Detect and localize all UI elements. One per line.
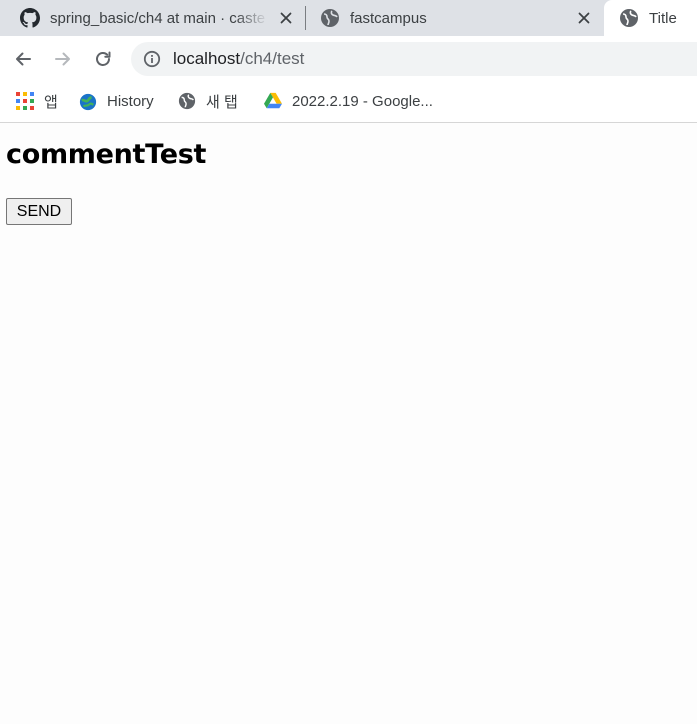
tab-fastcampus[interactable]: fastcampus <box>306 0 604 36</box>
url-text[interactable]: localhost/ch4/test <box>173 42 304 76</box>
address-bar[interactable]: localhost/ch4/test <box>131 42 697 76</box>
tab-title: Title <box>649 9 677 27</box>
close-icon[interactable] <box>574 8 594 28</box>
bookmark-history[interactable]: History <box>79 90 154 112</box>
bookmarks-bar: 앱 History 새 탭 2022.2.19 - Google... <box>0 82 697 123</box>
globe-icon <box>320 8 340 28</box>
bookmark-label: 2022.2.19 - Google... <box>292 92 433 110</box>
tab-title: spring_basic/ch4 at main · caste <box>50 9 266 27</box>
apps-grid-icon <box>16 92 34 110</box>
back-arrow-icon[interactable] <box>13 49 33 69</box>
reload-icon[interactable] <box>93 49 113 69</box>
forward-arrow-icon[interactable] <box>53 49 73 69</box>
bookmark-label: 앱 <box>44 93 58 111</box>
tab-strip: spring_basic/ch4 at main · caste fastcam… <box>0 0 697 36</box>
url-host: localhost <box>173 49 241 68</box>
tab-title: fastcampus <box>350 9 427 27</box>
tab-github[interactable]: spring_basic/ch4 at main · caste <box>0 0 305 36</box>
bookmark-google-drive[interactable]: 2022.2.19 - Google... <box>264 90 433 112</box>
send-button[interactable]: SEND <box>6 198 72 225</box>
tab-title-active[interactable]: Title <box>604 0 697 36</box>
info-icon[interactable] <box>143 50 161 68</box>
url-path: /ch4/test <box>240 49 305 68</box>
github-icon <box>20 8 40 28</box>
page-heading: commentTest <box>6 139 207 170</box>
globe-icon <box>178 92 196 110</box>
close-icon[interactable] <box>276 8 296 28</box>
edge-globe-icon <box>79 92 97 111</box>
bookmark-label: 새 탭 <box>206 93 238 111</box>
bookmark-apps[interactable]: 앱 <box>16 90 58 112</box>
page-content: commentTest SEND <box>0 123 697 724</box>
bookmark-label: History <box>107 92 154 110</box>
globe-icon <box>619 8 639 28</box>
bookmark-new-tab[interactable]: 새 탭 <box>178 90 238 112</box>
google-drive-icon <box>264 92 282 110</box>
